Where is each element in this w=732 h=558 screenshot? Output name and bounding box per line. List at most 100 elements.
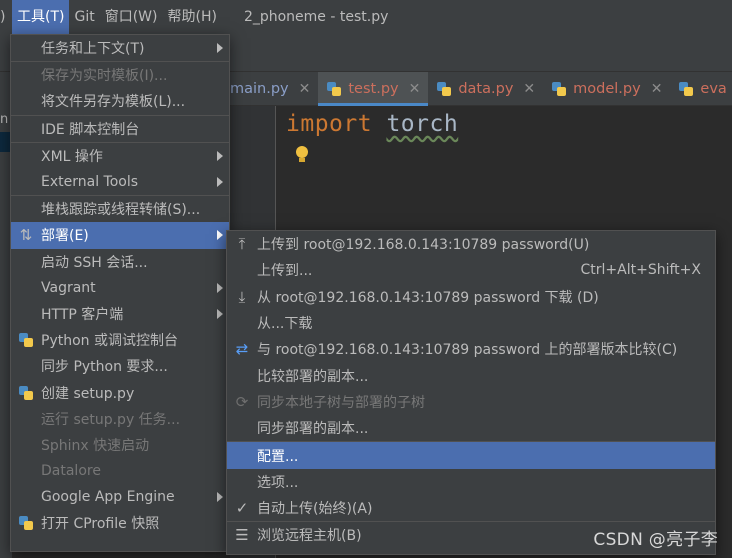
- menu-item-datalore[interactable]: Datalore: [11, 458, 229, 484]
- menu-tools[interactable]: 工具(T): [12, 0, 70, 34]
- menu-item-sphinx-quickstart[interactable]: Sphinx 快速启动: [11, 432, 229, 458]
- menu-item-sync-deployed-copies[interactable]: 同步部署的副本...: [227, 415, 715, 441]
- code-line[interactable]: import torch: [286, 111, 458, 137]
- python-file-icon: [551, 81, 567, 97]
- close-icon[interactable]: ✕: [299, 81, 311, 97]
- menu-item-label: 从 root@192.168.0.143:10789 password 下载 (…: [257, 289, 599, 306]
- deployment-submenu: ⤒ 上传到 root@192.168.0.143:10789 password(U…: [226, 230, 716, 555]
- menu-item-label: Vagrant: [41, 279, 96, 296]
- menu-item-label: 上传到...: [257, 263, 313, 280]
- code-module: torch: [386, 111, 459, 137]
- menu-item-save-live-template[interactable]: 保存为实时模板(I)...: [11, 62, 229, 88]
- menu-item-stack-trace[interactable]: 堆栈跟踪或线程转储(S)...: [11, 196, 229, 222]
- menu-item-label: 与 root@192.168.0.143:10789 password 上的部署…: [257, 342, 678, 359]
- menu-item-http-client[interactable]: HTTP 客户端: [11, 301, 229, 327]
- menu-item-label: 从...下载: [257, 316, 313, 333]
- menu-item-label: 同步本地子树与部署的子树: [257, 394, 425, 411]
- sync-icon: ⟳: [235, 392, 249, 411]
- tab-label: model.py: [573, 80, 641, 97]
- menu-help[interactable]: 帮助(H): [163, 0, 222, 34]
- lightbulb-icon[interactable]: [296, 146, 308, 164]
- menu-item-label: 自动上传(始终)(A): [257, 501, 373, 518]
- project-panel-letter: n: [0, 112, 9, 127]
- menu-item-ide-script-console[interactable]: IDE 脚本控制台: [11, 116, 229, 142]
- code-keyword: import: [286, 111, 373, 137]
- submenu-arrow-icon: [217, 282, 223, 293]
- menu-item-external-tools[interactable]: External Tools: [11, 169, 229, 195]
- menu-item-google-app-engine[interactable]: Google App Engine: [11, 484, 229, 510]
- window-title: 2_phoneme - test.py: [243, 9, 389, 25]
- menu-item-options[interactable]: 选项...: [227, 469, 715, 495]
- menu-item-label: 运行 setup.py 任务...: [41, 411, 181, 428]
- menu-item-label: HTTP 客户端: [41, 306, 124, 323]
- menu-item-label: Sphinx 快速启动: [41, 437, 150, 454]
- submenu-arrow-icon: [217, 308, 223, 319]
- menu-item-configuration[interactable]: 配置...: [227, 442, 715, 469]
- compare-icon: ⇄: [235, 340, 249, 359]
- menu-item-run-setup-py-task[interactable]: 运行 setup.py 任务...: [11, 406, 229, 432]
- menu-item-download-from-server[interactable]: ⤓ 从 root@192.168.0.143:10789 password 下载 …: [227, 284, 715, 310]
- menu-item-label: 保存为实时模板(I)...: [41, 68, 168, 85]
- python-icon: [18, 385, 34, 401]
- menu-git[interactable]: Git: [69, 0, 99, 34]
- menu-item-auto-upload[interactable]: ✓ 自动上传(始终)(A): [227, 495, 715, 521]
- deploy-icon: ⇅: [19, 226, 33, 245]
- menu-item-label: Python 或调试控制台: [41, 333, 178, 350]
- menu-item-label: 上传到 root@192.168.0.143:10789 password(U): [257, 237, 590, 254]
- tab-data-py[interactable]: data.py ✕: [428, 72, 543, 106]
- download-icon: ⤓: [238, 287, 246, 306]
- menu-item-label: XML 操作: [41, 148, 103, 165]
- menu-item-start-ssh[interactable]: 启动 SSH 会话...: [11, 249, 229, 275]
- menu-item-label: IDE 脚本控制台: [41, 121, 140, 138]
- close-icon[interactable]: ✕: [651, 81, 663, 97]
- menu-item-tasks-context[interactable]: 任务和上下文(T): [11, 35, 229, 61]
- check-icon: ✓: [235, 499, 249, 518]
- menu-item-sync-subtrees[interactable]: ⟳ 同步本地子树与部署的子树: [227, 389, 715, 415]
- menu-item-save-file-as-template[interactable]: 将文件另存为模板(L)...: [11, 88, 229, 114]
- editor-tab-bar: main.py ✕ test.py ✕ data.py ✕ model.py ✕…: [230, 71, 732, 106]
- menu-item-deployment[interactable]: ⇅ 部署(E): [11, 222, 229, 249]
- menu-item-python-console[interactable]: Python 或调试控制台: [11, 327, 229, 353]
- menu-item-shortcut: Ctrl+Alt+Shift+X: [580, 262, 701, 279]
- python-file-icon: [326, 81, 342, 97]
- upload-icon: ⤒: [238, 235, 246, 254]
- menu-item-sync-python-requirements[interactable]: 同步 Python 要求...: [11, 353, 229, 379]
- submenu-arrow-icon: [217, 150, 223, 161]
- menu-item-upload-to[interactable]: 上传到... Ctrl+Alt+Shift+X: [227, 257, 715, 283]
- menu-item-compare-with-deployed[interactable]: ⇄ 与 root@192.168.0.143:10789 password 上的部…: [227, 336, 715, 362]
- menu-item-create-setup-py[interactable]: 创建 setup.py: [11, 379, 229, 405]
- tab-label: eva: [700, 80, 727, 97]
- menu-item-xml-actions[interactable]: XML 操作: [11, 143, 229, 169]
- close-icon[interactable]: ✕: [409, 81, 421, 97]
- submenu-arrow-icon: [217, 230, 223, 241]
- menu-item-label: 任务和上下文(T): [41, 41, 145, 58]
- submenu-arrow-icon: [217, 492, 223, 503]
- python-icon: [18, 332, 34, 348]
- menu-item-label: 将文件另存为模板(L)...: [41, 94, 186, 111]
- menu-item-label: 堆栈跟踪或线程转储(S)...: [41, 202, 201, 219]
- menu-item-label: 选项...: [257, 474, 299, 491]
- menu-item-upload-to-server[interactable]: ⤒ 上传到 root@192.168.0.143:10789 password(U…: [227, 231, 715, 257]
- tab-main-py[interactable]: main.py ✕: [230, 72, 318, 106]
- python-icon: [18, 515, 34, 531]
- menu-item-download-from[interactable]: 从...下载: [227, 310, 715, 336]
- menu-item-vagrant[interactable]: Vagrant: [11, 275, 229, 301]
- menu-item-label: 同步 Python 要求...: [41, 359, 168, 376]
- menu-item-label: 比较部署的副本...: [257, 368, 369, 385]
- menu-item-compare-deployed-copies[interactable]: 比较部署的副本...: [227, 362, 715, 388]
- python-file-icon: [436, 81, 452, 97]
- close-icon[interactable]: ✕: [523, 81, 535, 97]
- tab-eva[interactable]: eva: [670, 72, 732, 106]
- menu-item-cut[interactable]: ): [0, 0, 12, 34]
- menu-window[interactable]: 窗口(W): [100, 0, 163, 34]
- tab-model-py[interactable]: model.py ✕: [543, 72, 670, 106]
- submenu-arrow-icon: [217, 43, 223, 54]
- menu-item-label: 同步部署的副本...: [257, 421, 369, 438]
- menu-item-label: External Tools: [41, 174, 139, 191]
- menu-item-label: 部署(E): [41, 228, 89, 245]
- menu-item-open-cprofile[interactable]: 打开 CProfile 快照: [11, 510, 229, 536]
- menu-item-label: Datalore: [41, 463, 101, 480]
- menu-item-label: 启动 SSH 会话...: [41, 254, 148, 271]
- menu-item-label: 配置...: [257, 448, 299, 465]
- tab-test-py[interactable]: test.py ✕: [318, 71, 429, 106]
